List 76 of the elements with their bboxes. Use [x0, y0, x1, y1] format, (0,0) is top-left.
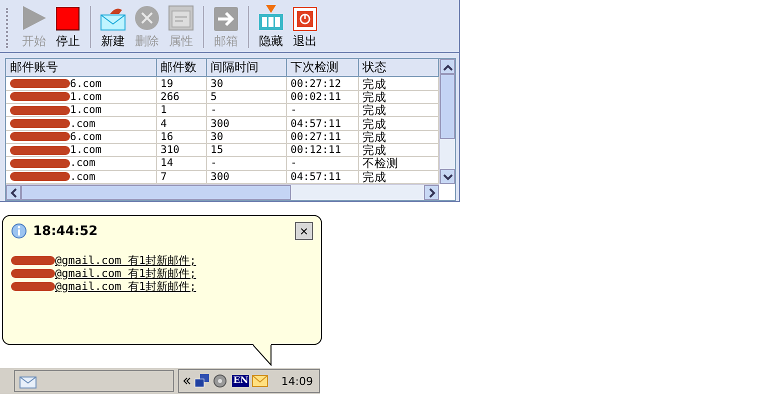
- window-icon: [168, 5, 194, 31]
- table-cell: -: [286, 104, 358, 117]
- table-cell: 1.com: [70, 104, 102, 116]
- table-cell: 310: [156, 143, 206, 157]
- table-cell: 19: [156, 76, 206, 90]
- table-cell: 1.com: [70, 144, 102, 156]
- toolbar-button[interactable]: 隐藏: [255, 2, 287, 52]
- table-cell: -: [206, 104, 286, 117]
- table-cell: 00:02:11: [286, 90, 358, 104]
- column-header[interactable]: 状态: [358, 59, 438, 77]
- column-header[interactable]: 下次检测: [286, 59, 358, 77]
- delete-icon: [134, 5, 160, 31]
- redaction-mark: [10, 132, 70, 142]
- table-cell: 1.com: [70, 90, 102, 103]
- table-cell: 6.com: [70, 130, 102, 143]
- table-cell: 04:57:11: [286, 116, 358, 130]
- redaction-mark: [10, 146, 70, 155]
- notification-time: 18:44:52: [33, 224, 98, 238]
- table-cell: 完成: [358, 116, 438, 130]
- column-header[interactable]: 间隔时间: [206, 59, 286, 77]
- table-cell: 15: [206, 143, 286, 157]
- table-cell: .com: [70, 170, 96, 183]
- clock: 14:09: [281, 374, 313, 388]
- table-cell: 14: [156, 156, 206, 170]
- vertical-scrollbar[interactable]: [439, 59, 455, 184]
- redaction-mark: [10, 158, 70, 168]
- stop-icon: [56, 7, 80, 31]
- table-cell: -: [206, 156, 286, 170]
- table-cell: 1: [156, 104, 206, 117]
- notification-link[interactable]: @gmail.com 有1封新邮件;: [55, 279, 196, 294]
- table-cell: 00:27:11: [286, 130, 358, 144]
- notification-link[interactable]: @gmail.com 有1封新邮件;: [55, 266, 196, 281]
- table-cell: 16: [156, 130, 206, 144]
- table-cell: 完成: [358, 76, 438, 90]
- play-icon: [21, 5, 47, 31]
- table-cell: 30: [206, 76, 286, 90]
- table-cell: 266: [156, 90, 206, 104]
- redaction-mark: [10, 79, 70, 88]
- chevron-icon[interactable]: [183, 377, 192, 385]
- redaction-mark: [11, 282, 55, 291]
- speaker-icon[interactable]: [213, 373, 230, 389]
- column-header[interactable]: 邮件账号: [6, 59, 156, 77]
- power-icon: [293, 7, 317, 31]
- redaction-mark: [10, 92, 70, 102]
- redaction-mark: [11, 256, 55, 265]
- toolbar-button[interactable]: 停止: [52, 2, 84, 52]
- language-indicator[interactable]: EN: [232, 375, 250, 387]
- close-button[interactable]: ×: [295, 222, 313, 240]
- table-cell: 30: [206, 130, 286, 144]
- table-cell: 完成: [358, 130, 438, 144]
- table-cell: -: [286, 156, 358, 170]
- table-cell: 6.com: [70, 78, 102, 90]
- table-cell: .com: [70, 157, 96, 170]
- table-cell: 00:27:12: [286, 76, 358, 90]
- horizontal-scrollbar[interactable]: [6, 184, 439, 200]
- table-cell: 不检测: [358, 156, 438, 170]
- table-cell: .com: [70, 118, 96, 130]
- table-cell: 完成: [358, 143, 438, 157]
- table-cell: 5: [206, 90, 286, 104]
- column-header[interactable]: 邮件数: [156, 59, 206, 77]
- table-cell: 300: [206, 116, 286, 130]
- redaction-mark: [10, 106, 70, 115]
- network-icon[interactable]: [194, 373, 210, 389]
- toolbar-button[interactable]: 新建: [97, 2, 129, 52]
- table-cell: 完成: [358, 104, 438, 117]
- table-cell: 完成: [358, 90, 438, 104]
- redaction-mark: [11, 269, 55, 278]
- redaction-mark: [10, 119, 70, 128]
- taskbar-button[interactable]: [14, 370, 174, 392]
- table-cell: 00:12:11: [286, 143, 358, 157]
- columns-icon: [258, 5, 284, 31]
- toolbar-button[interactable]: 退出: [289, 2, 321, 52]
- notification-link[interactable]: @gmail.com 有1封新邮件;: [55, 253, 196, 268]
- redaction-mark: [10, 172, 70, 182]
- info-icon: [11, 223, 27, 239]
- table-cell: 4: [156, 116, 206, 130]
